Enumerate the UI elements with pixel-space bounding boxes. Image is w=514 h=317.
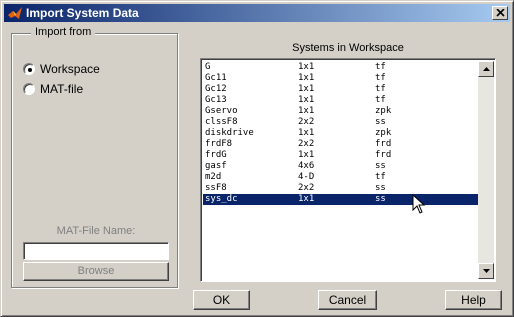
workspace-radio[interactable]: Workspace <box>23 62 163 78</box>
system-name: m2d <box>205 172 222 182</box>
system-name: frdG <box>205 150 227 160</box>
cancel-button[interactable]: Cancel <box>318 290 377 310</box>
system-size: 4-D <box>298 172 315 182</box>
system-size: 2x2 <box>298 117 315 127</box>
system-name: Gc12 <box>205 84 227 94</box>
system-name: diskdrive <box>205 128 254 138</box>
matfile-name-label: MAT-File Name: <box>56 225 136 237</box>
system-name: ssF8 <box>205 183 227 193</box>
systems-listbox[interactable]: G 1x1 tf Gc11 1x1 tf Gc12 1x1 tf Gc13 1x1 tf Gservo 1… <box>200 58 496 282</box>
system-row[interactable]: frdG 1x1 frd <box>203 150 478 161</box>
system-row[interactable]: frdF8 2x2 frd <box>203 139 478 150</box>
system-name: gasf <box>205 161 227 171</box>
system-type: ss <box>375 161 386 171</box>
window-title: Import System Data <box>26 6 139 20</box>
system-row[interactable]: Gc13 1x1 tf <box>203 95 478 106</box>
system-name: frdF8 <box>205 139 233 149</box>
system-size: 1x1 <box>298 150 315 160</box>
system-type: tf <box>375 62 386 72</box>
system-name: clssF8 <box>205 117 238 127</box>
vertical-scrollbar[interactable] <box>478 61 494 279</box>
system-size: 1x1 <box>298 62 315 72</box>
arrow-up-icon <box>483 67 490 71</box>
system-size: 1x1 <box>298 194 315 204</box>
radio-circle <box>23 83 35 95</box>
close-button[interactable] <box>492 6 508 20</box>
matfile-radio[interactable]: MAT-file <box>23 82 163 98</box>
system-type: zpk <box>375 106 392 116</box>
system-size: 2x2 <box>298 139 315 149</box>
system-type: ss <box>375 194 386 204</box>
matlab-icon <box>7 5 23 21</box>
system-size: 1x1 <box>298 84 315 94</box>
system-name: Gc13 <box>205 95 227 105</box>
system-row[interactable]: Gc12 1x1 tf <box>203 84 478 95</box>
mouse-pointer-icon <box>412 194 426 214</box>
system-row[interactable]: diskdrive 1x1 zpk <box>203 128 478 139</box>
system-row[interactable]: ssF8 2x2 ss <box>203 183 478 194</box>
system-name: sys_dc <box>205 194 238 204</box>
system-type: ss <box>375 117 386 127</box>
system-row[interactable]: clssF8 2x2 ss <box>203 117 478 128</box>
ok-button[interactable]: OK <box>193 290 250 310</box>
system-row[interactable]: m2d 4-D tf <box>203 172 478 183</box>
system-type: tf <box>375 73 386 83</box>
system-type: zpk <box>375 128 392 138</box>
scroll-down-button[interactable] <box>478 263 494 279</box>
system-name: Gservo <box>205 106 238 116</box>
system-row[interactable]: Gservo 1x1 zpk <box>203 106 478 117</box>
matfile-radio-label: MAT-file <box>40 82 84 96</box>
system-row[interactable]: sys_dc 1x1 ss <box>203 194 478 205</box>
system-type: ss <box>375 183 386 193</box>
radio-circle <box>23 63 35 75</box>
system-row[interactable]: Gc11 1x1 tf <box>203 73 478 84</box>
scroll-up-button[interactable] <box>478 61 494 77</box>
radio-dot <box>28 68 32 72</box>
title-bar[interactable]: Import System Data <box>4 4 510 22</box>
system-size: 1x1 <box>298 95 315 105</box>
system-size: 1x1 <box>298 128 315 138</box>
help-button[interactable]: Help <box>445 290 502 310</box>
system-type: tf <box>375 172 386 182</box>
system-size: 1x1 <box>298 73 315 83</box>
matfile-name-input[interactable] <box>23 242 169 260</box>
system-row[interactable]: gasf 4x6 ss <box>203 161 478 172</box>
arrow-down-icon <box>483 269 490 273</box>
system-name: G <box>205 62 211 72</box>
systems-list: G 1x1 tf Gc11 1x1 tf Gc12 1x1 tf Gc13 1x1 tf Gservo 1… <box>203 62 478 205</box>
systems-in-workspace-title: Systems in Workspace <box>292 42 404 54</box>
system-type: tf <box>375 84 386 94</box>
system-type: tf <box>375 95 386 105</box>
system-type: frd <box>375 139 392 149</box>
system-row[interactable]: G 1x1 tf <box>203 62 478 73</box>
system-size: 4x6 <box>298 161 315 171</box>
system-size: 2x2 <box>298 183 315 193</box>
system-type: frd <box>375 150 392 160</box>
import-from-title: Import from <box>31 26 96 38</box>
system-size: 1x1 <box>298 106 315 116</box>
browse-button[interactable]: Browse <box>23 262 169 281</box>
workspace-radio-label: Workspace <box>40 62 100 76</box>
close-icon <box>496 9 505 17</box>
system-name: Gc11 <box>205 73 227 83</box>
